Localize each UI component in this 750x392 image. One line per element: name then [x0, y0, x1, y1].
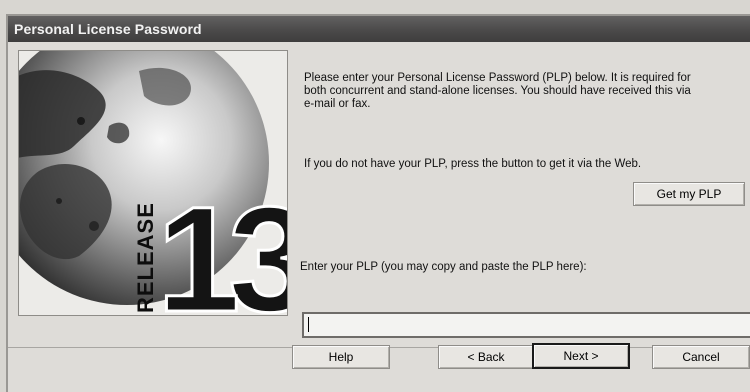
dialog-title: Personal License Password: [8, 16, 750, 42]
release-13-artwork: RELEASE 13: [18, 50, 288, 316]
release-number: 13: [157, 175, 287, 315]
next-button[interactable]: Next >: [532, 343, 630, 369]
cancel-button[interactable]: Cancel: [652, 345, 750, 369]
instructions-line-3: e-mail or fax.: [304, 98, 371, 110]
globe-release-logo: RELEASE 13: [19, 51, 287, 315]
plp-dialog: Personal License Password RELEASE 13 Ple…: [6, 14, 750, 392]
instructions-line-1: Please enter your Personal License Passw…: [304, 72, 691, 84]
help-button[interactable]: Help: [292, 345, 390, 369]
plp-label: Enter your PLP (you may copy and paste t…: [300, 261, 587, 273]
plp-instructions: Please enter your Personal License Passw…: [304, 72, 744, 111]
web-prompt: If you do not have your PLP, press the b…: [304, 158, 642, 170]
text-caret: [308, 317, 309, 332]
release-word: RELEASE: [133, 202, 158, 313]
instructions-line-2: both concurrent and stand-alone licenses…: [304, 85, 691, 97]
get-my-plp-button[interactable]: Get my PLP: [633, 182, 745, 206]
back-button[interactable]: < Back: [438, 345, 534, 369]
plp-input[interactable]: [302, 312, 750, 338]
